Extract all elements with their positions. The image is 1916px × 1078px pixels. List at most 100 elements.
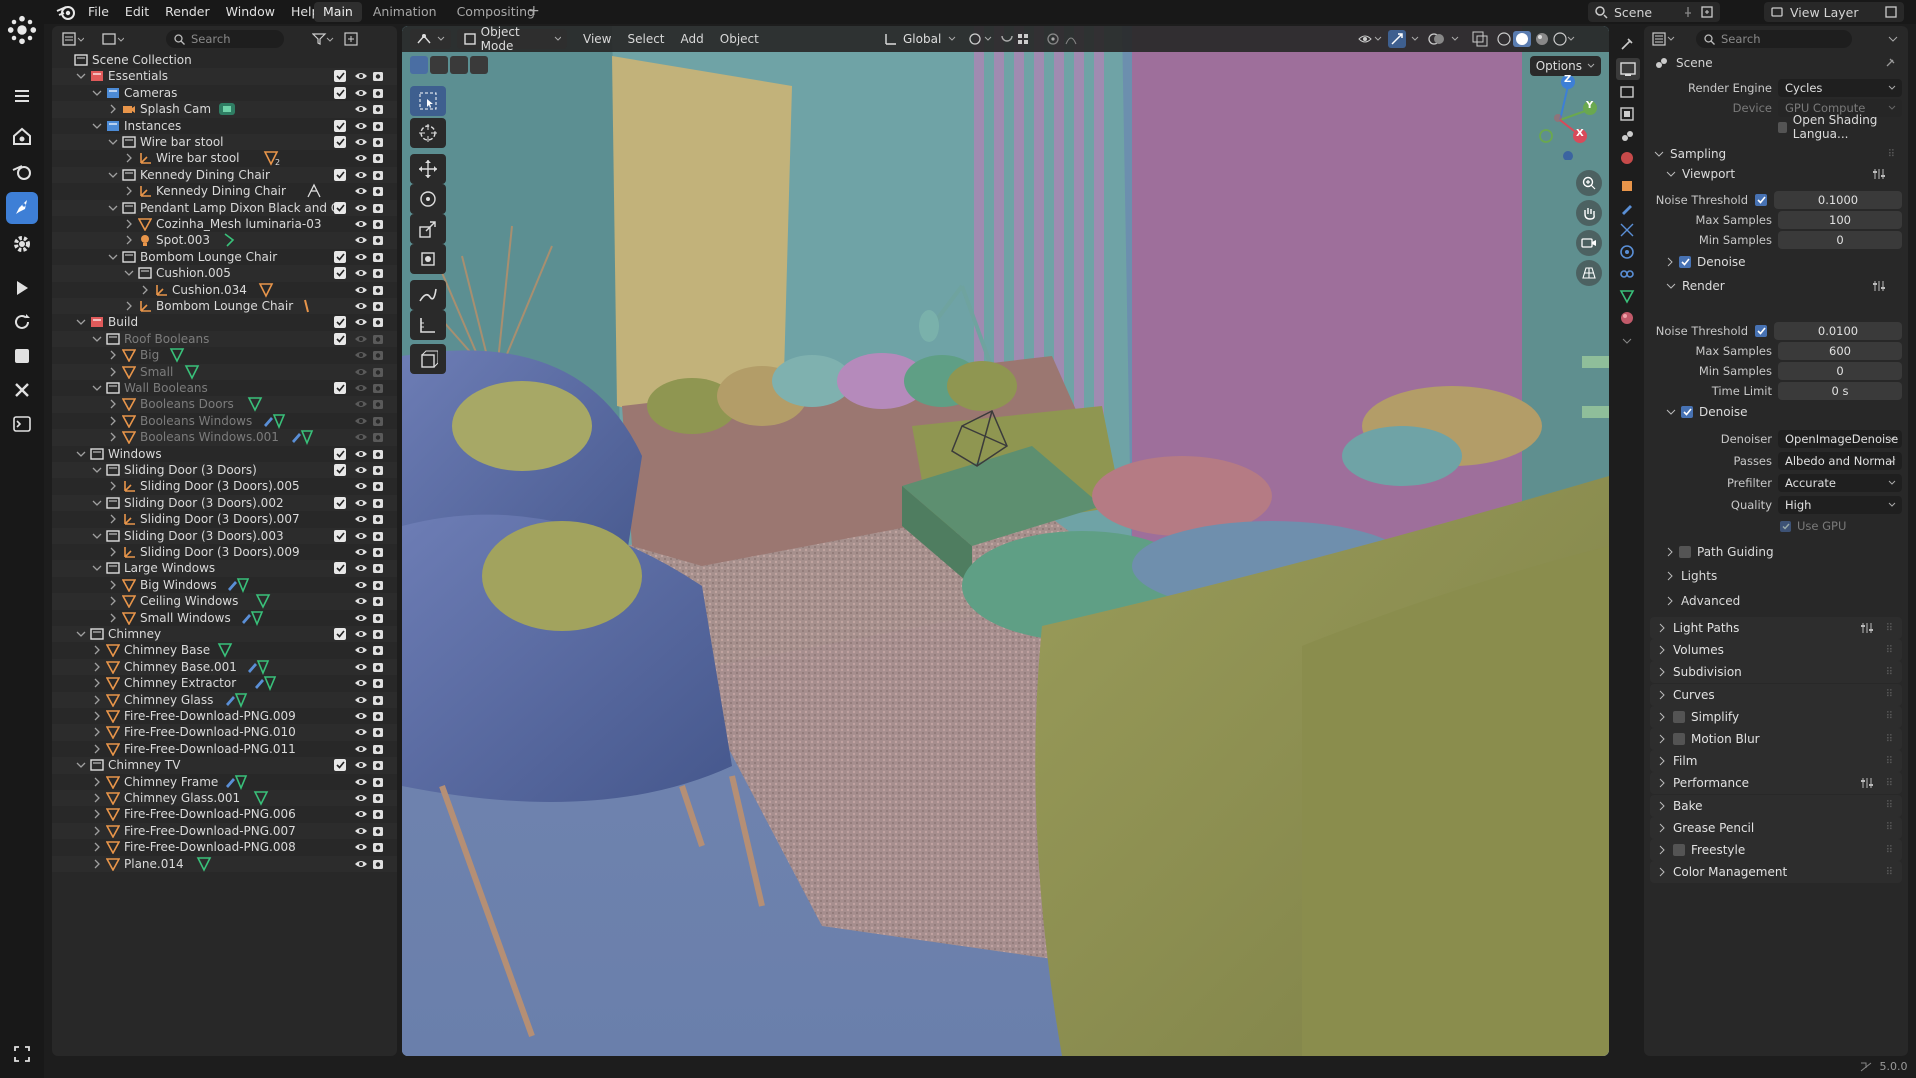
expand-right-icon[interactable] [108,547,118,557]
overlays-icon[interactable] [1428,31,1468,47]
viewport-noise-checkbox[interactable] [1755,194,1767,206]
eye-icon[interactable] [354,743,367,755]
render-camera-icon[interactable] [372,366,384,378]
eye-icon[interactable] [354,562,367,574]
outliner-row[interactable]: Fire-Free-Download-PNG.010 [52,724,397,741]
render-camera-icon[interactable] [372,267,384,279]
render-engine-select[interactable]: Cycles [1778,79,1902,97]
expand-right-icon[interactable] [108,350,118,360]
outliner-row[interactable]: Big Windows [52,577,397,593]
viewport-menu-object[interactable]: Object [712,32,767,46]
pin-icon[interactable] [1884,57,1896,69]
exclude-checkbox[interactable] [334,70,346,83]
eye-icon[interactable] [354,415,367,427]
outliner-row[interactable]: Cushion.034 [52,282,397,298]
drag-handle-icon[interactable]: ⠿ [1886,689,1894,700]
expand-down-icon[interactable] [108,203,118,213]
render-subsection-header[interactable]: Render [1666,276,1902,296]
expand-down-icon[interactable] [92,88,102,98]
section-subdivision[interactable]: Subdivision ⠿ [1650,661,1902,684]
material-tab-icon[interactable] [1619,310,1635,326]
render-noise-checkbox[interactable] [1755,325,1767,337]
drag-handle-icon[interactable]: ⠿ [1886,734,1894,745]
outliner-row[interactable]: Roof Booleans [52,330,397,348]
expand-down-icon[interactable] [108,252,118,262]
render-camera-icon[interactable] [372,284,384,296]
outliner-row[interactable]: Instances [52,118,397,134]
view-object-types-icon[interactable] [1358,32,1384,46]
viewport-denoise-subsection[interactable]: Denoise [1666,252,1746,272]
exclude-checkbox[interactable] [334,529,346,542]
section-enable-checkbox[interactable] [1673,733,1685,745]
render-camera-icon[interactable] [372,415,384,427]
outliner-row[interactable]: Sliding Door (3 Doors).007 [52,511,397,527]
render-camera-icon[interactable] [372,497,384,509]
section-freestyle[interactable]: Freestyle ⠿ [1650,839,1902,861]
eye-icon[interactable] [354,644,367,656]
render-camera-icon[interactable] [372,300,384,312]
render-camera-icon[interactable] [372,513,384,525]
options-chevron-icon[interactable] [1888,36,1898,42]
physics-tab-icon[interactable] [1619,244,1635,260]
expand-right-icon[interactable] [108,399,118,409]
prefilter-select[interactable]: Accurate [1778,474,1902,492]
render-camera-icon[interactable] [372,677,384,689]
section-bake[interactable]: Bake ⠿ [1650,794,1902,817]
eye-icon[interactable] [354,776,367,788]
render-camera-icon[interactable] [372,579,384,591]
properties-editor-icon[interactable] [1652,32,1676,46]
outliner-row[interactable]: Chimney Base.001 [52,658,397,676]
expand-right-icon[interactable] [124,219,134,229]
drag-handle-icon[interactable]: ⠿ [1886,711,1894,722]
eye-icon[interactable] [354,300,367,312]
gear-icon[interactable] [6,228,38,260]
perspective-grid-icon[interactable] [1576,260,1602,286]
exclude-checkbox[interactable] [334,267,346,280]
eye-icon[interactable] [354,579,367,591]
eye-icon[interactable] [354,136,367,148]
drag-handle-icon[interactable]: ⠿ [1886,756,1894,767]
outliner-row[interactable]: Cameras [52,85,397,101]
menu-window[interactable]: Window [218,0,283,24]
data-tab-icon[interactable] [1619,288,1635,304]
home-icon[interactable] [6,120,38,152]
outliner-row[interactable]: Ceiling Windows [52,593,397,610]
section-motion-blur[interactable]: Motion Blur ⠿ [1650,728,1902,750]
eye-icon[interactable] [354,530,367,542]
exclude-checkbox[interactable] [334,447,346,460]
viewport-min-samples-field[interactable]: 0 [1778,231,1902,249]
tool-tab-icon[interactable] [1619,36,1635,52]
proportional-edit-icon[interactable] [1046,32,1086,46]
eye-icon[interactable] [354,546,367,558]
advanced-subsection[interactable]: Advanced [1666,591,1740,611]
eye-icon[interactable] [354,234,367,246]
eye-icon[interactable] [354,677,367,689]
workspace-tab-animation[interactable]: Animation [364,2,446,22]
render-camera-icon[interactable] [372,825,384,837]
eye-icon[interactable] [354,841,367,853]
outliner-row[interactable]: Chimney TV [52,757,397,774]
expand-right-icon[interactable] [92,727,102,737]
viewport-menu-select[interactable]: Select [619,32,672,46]
render-denoise-subsection[interactable]: Denoise [1666,402,1748,422]
render-camera-icon[interactable] [372,661,384,673]
outliner-row[interactable]: Small [52,363,397,380]
eye-icon[interactable] [354,448,367,460]
viewport-subsection-header[interactable]: Viewport [1666,164,1902,184]
render-camera-icon[interactable] [372,120,384,132]
xray-icon[interactable] [1472,31,1488,47]
render-min-samples-field[interactable]: 0 [1778,362,1902,380]
eye-icon[interactable] [354,661,367,673]
render-camera-icon[interactable] [372,152,384,164]
expand-down-icon[interactable] [92,531,102,541]
eye-icon[interactable] [354,628,367,640]
blender-logo-icon[interactable] [56,3,76,21]
outliner-row[interactable]: Chimney Glass [52,691,397,708]
exclude-checkbox[interactable] [334,464,346,476]
render-camera-icon[interactable] [372,448,384,460]
section-performance[interactable]: Performance ⠿ [1650,772,1902,795]
outliner-row[interactable]: Chimney Extractor [52,675,397,692]
expand-down-icon[interactable] [124,268,134,278]
drag-handle-icon[interactable]: ⠿ [1886,645,1894,656]
lights-subsection[interactable]: Lights [1666,566,1717,586]
